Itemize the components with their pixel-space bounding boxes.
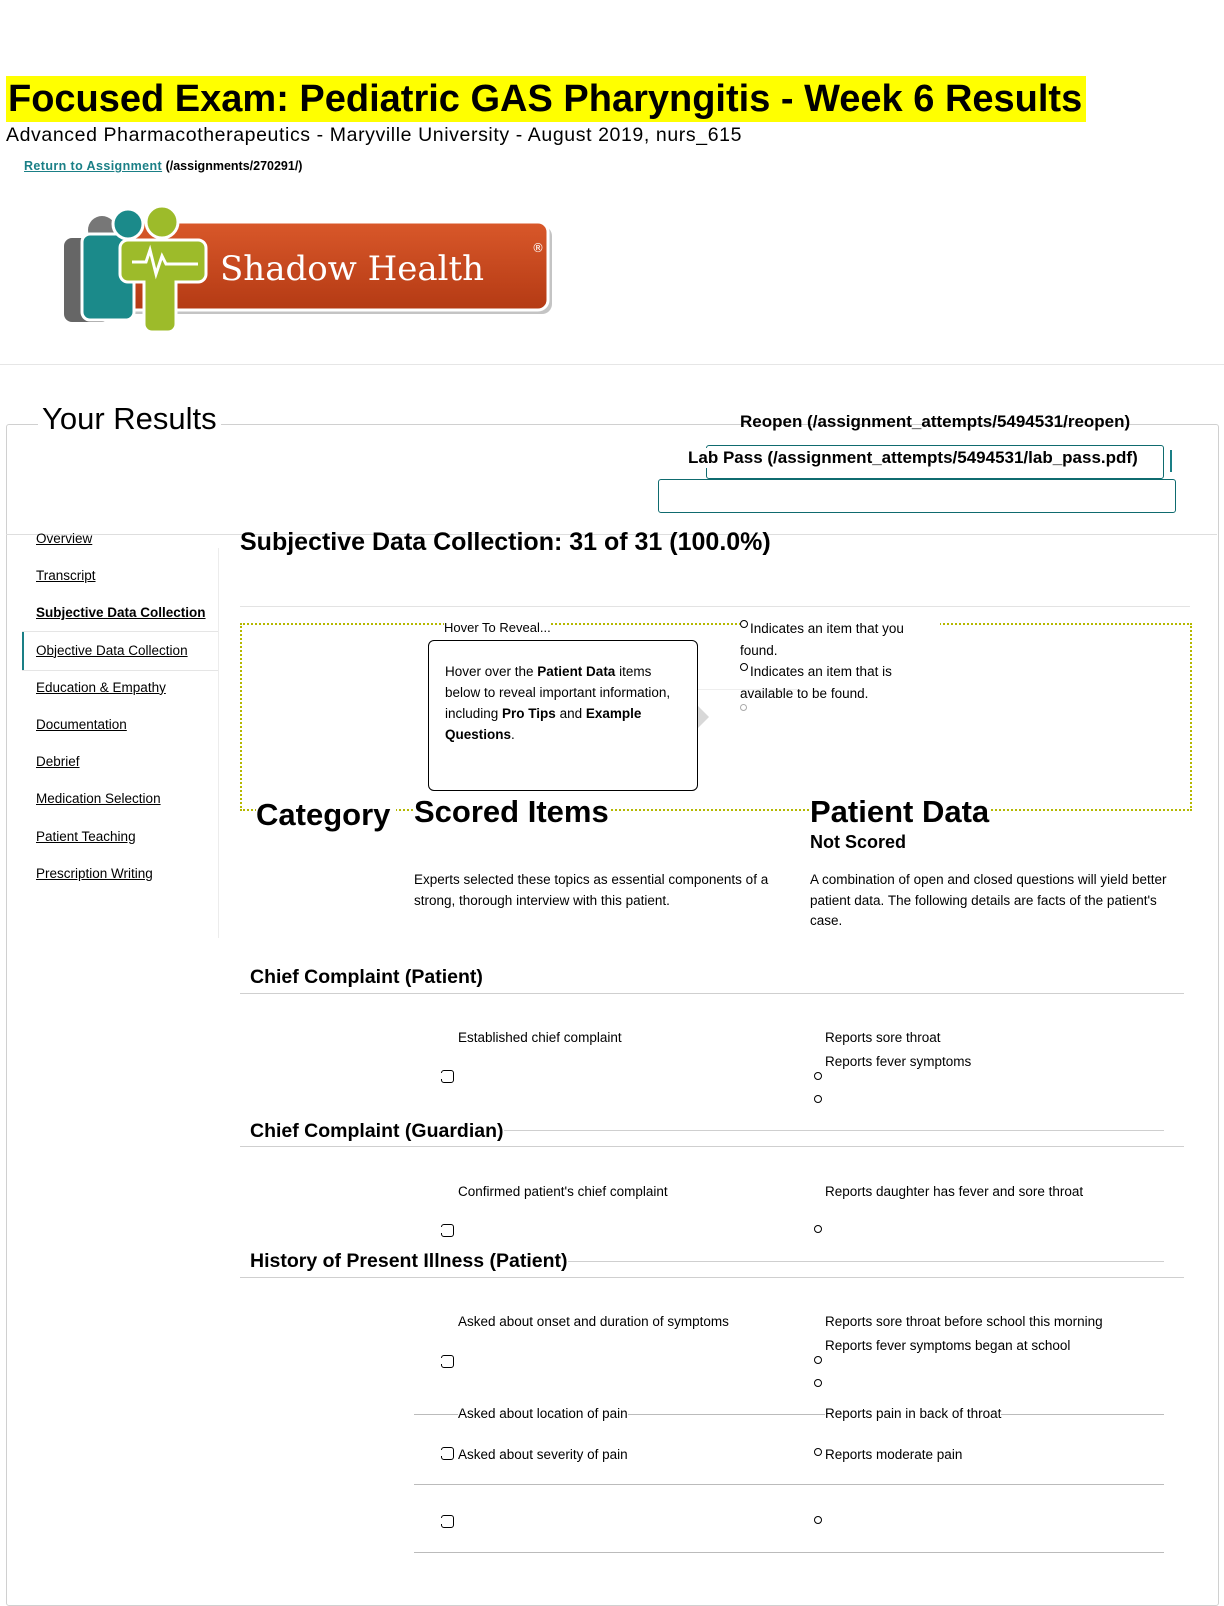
found-dot-icon [814,1225,822,1233]
scored-item: Confirmed patient's chief complaint [458,1184,668,1199]
patient-data-item[interactable]: Reports sore throat before school this m… [825,1314,1103,1329]
nav-education-empathy[interactable]: Education & Empathy [36,679,226,716]
checkbox-icon [440,1355,454,1368]
results-heading: Your Results [38,401,221,437]
scored-description: Experts selected these topics as essenti… [414,872,769,908]
hover-to-reveal-label: Hover To Reveal... [444,620,551,635]
scored-item: Asked about onset and duration of sympto… [458,1314,729,1329]
checkbox-icon [440,1515,454,1528]
return-link-label[interactable]: Return to Assignment [24,159,162,173]
patient-data-item[interactable]: Reports moderate pain [825,1447,962,1462]
shadow-health-logo: Shadow Health ® [58,204,558,334]
section-title: Subjective Data Collection: 31 of 31 (10… [240,528,771,556]
lab-pass-link[interactable]: Lab Pass (/assignment_attempts/5494531/l… [688,448,1138,468]
category-divider [240,1146,1184,1147]
hover-tooltip: Hover over the Patient Data items below … [428,640,698,791]
legend-text: Indicates an item that you found. Indica… [740,618,940,704]
patient-data-item[interactable]: Reports pain in back of throat [825,1406,1002,1421]
column-scored-items: Scored Items [414,794,609,830]
nav-prescription-writing[interactable]: Prescription Writing [36,865,226,902]
nav-overview[interactable]: Overview [36,530,226,567]
category-divider [240,993,1184,994]
nav-transcript[interactable]: Transcript [36,567,226,604]
nav-patient-teaching[interactable]: Patient Teaching [36,828,226,865]
category-title: Chief Complaint (Patient) [250,966,483,989]
available-dot-icon [740,704,747,711]
category-title: Chief Complaint (Guardian) [250,1120,504,1143]
page-subtitle: Advanced Pharmacotherapeutics - Maryvill… [6,124,743,146]
checkbox-icon [440,1070,454,1083]
nav-documentation[interactable]: Documentation [36,716,226,753]
category-divider [240,1277,1184,1278]
checkbox-icon [440,1224,454,1237]
nav-debrief[interactable]: Debrief [36,753,226,790]
patient-data-item[interactable]: Reports sore throat [825,1030,941,1045]
row-divider [414,1484,1164,1485]
found-dot-icon [814,1356,822,1364]
found-dot-icon [814,1072,822,1080]
nav-objective-data-collection[interactable]: Objective Data Collection [36,642,226,679]
patient-data-item[interactable]: Reports daughter has fever and sore thro… [825,1184,1083,1199]
not-scored-label: Not Scored [810,832,907,852]
column-patient-data: Patient Data [810,794,990,830]
found-dot-icon [814,1379,822,1387]
legend-available: Indicates an item that is available to b… [740,663,892,701]
category-title: History of Present Illness (Patient) [250,1250,568,1273]
svg-text:®: ® [532,241,544,255]
category-divider [500,1130,1164,1131]
page-title: Focused Exam: Pediatric GAS Pharyngitis … [6,76,1087,122]
tooltip-arrow-icon [698,706,709,728]
found-dot-icon [814,1448,822,1456]
scored-item: Asked about location of pain [458,1406,628,1421]
return-link-path: (/assignments/270291/) [165,159,303,173]
patient-data-item[interactable]: Reports fever symptoms began at school [825,1338,1070,1353]
available-ring-icon [740,663,748,671]
nav-subjective-data-collection[interactable]: Subjective Data Collection [36,604,226,641]
checkbox-icon [440,1447,454,1460]
column-category: Category [256,794,396,836]
return-to-assignment-link[interactable]: Return to Assignment (/assignments/27029… [24,159,302,173]
lab-pass-divider [1170,450,1172,472]
patient-description: A combination of open and closed questio… [810,872,1167,928]
section-divider [240,606,1190,607]
category-divider [560,1261,1164,1262]
scored-item: Established chief complaint [458,1030,622,1045]
sidebar-nav: Overview Transcript Subjective Data Coll… [36,530,226,902]
reopen-link[interactable]: Reopen (/assignment_attempts/5494531/reo… [740,412,1130,432]
found-ring-icon [740,620,748,628]
action-button[interactable] [658,479,1176,513]
found-dot-icon [814,1095,822,1103]
row-divider [414,1552,1164,1553]
logo-text: Shadow Health [220,249,484,289]
header-divider [0,364,1224,365]
nav-medication-selection[interactable]: Medication Selection [36,790,226,827]
nav-active-marker [22,631,24,671]
patient-data-item[interactable]: Reports fever symptoms [825,1054,971,1069]
scored-item: Asked about severity of pain [458,1447,628,1462]
found-dot-icon [814,1516,822,1524]
legend-box [240,623,1192,811]
legend-found: Indicates an item that you found. [740,618,940,661]
